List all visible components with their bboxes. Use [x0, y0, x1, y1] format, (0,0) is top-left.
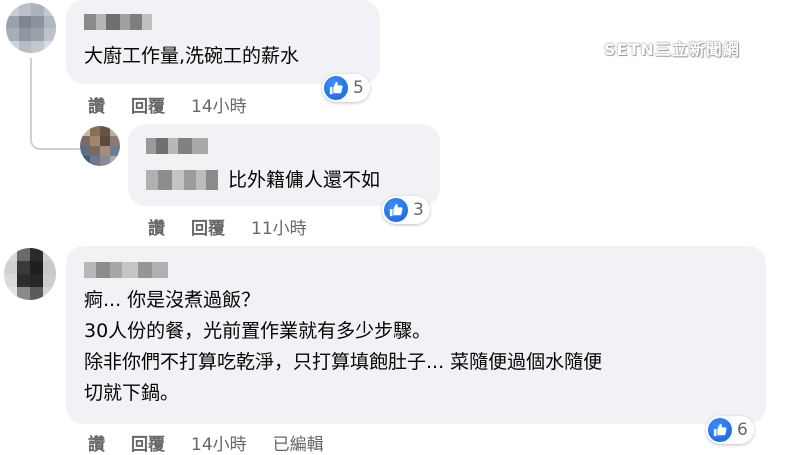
avatar[interactable] — [6, 3, 56, 53]
reply-link[interactable]: 回覆 — [191, 214, 225, 239]
reply-link[interactable]: 回覆 — [131, 430, 165, 455]
timestamp[interactable]: 11小時 — [251, 214, 307, 239]
comment-text: 痾... 你是沒煮過飯？ 30人份的餐，光前置作業就有多少步驟。 除非你們不打算… — [84, 289, 603, 404]
reply-link[interactable]: 回覆 — [131, 92, 165, 117]
like-link[interactable]: 讚 — [148, 214, 165, 239]
comment-actions: 讚 回覆 11小時 — [148, 214, 307, 239]
thumbs-up-icon — [324, 76, 348, 100]
author-name-blurred[interactable] — [146, 138, 208, 154]
like-link[interactable]: 讚 — [88, 430, 105, 455]
timestamp[interactable]: 14小時 — [191, 92, 247, 117]
comment-text: 比外籍傭人還不如 — [228, 169, 381, 191]
comment-text: 大廚工作量,洗碗工的薪水 — [84, 45, 300, 67]
comment-bubble: 大廚工作量,洗碗工的薪水 — [66, 0, 380, 84]
avatar[interactable] — [4, 248, 56, 300]
like-link[interactable]: 讚 — [88, 92, 105, 117]
comment-actions: 讚 回覆 14小時 — [88, 92, 247, 117]
author-name-blurred[interactable] — [84, 262, 168, 278]
avatar[interactable] — [80, 126, 120, 166]
mention-blurred[interactable] — [146, 170, 218, 190]
like-count: 3 — [413, 200, 424, 220]
comment-actions: 讚 回覆 14小時 已編輯 — [88, 430, 324, 455]
watermark-logo: SETN三立新聞網 — [604, 40, 740, 59]
thumbs-up-icon — [384, 198, 408, 222]
like-count: 6 — [737, 420, 748, 440]
thumbs-up-icon — [708, 418, 732, 442]
like-count-badge[interactable]: 3 — [382, 196, 430, 224]
comment-bubble: 比外籍傭人還不如 — [128, 124, 440, 206]
like-count-badge[interactable]: 5 — [322, 74, 370, 102]
comment-bubble: 痾... 你是沒煮過飯？ 30人份的餐，光前置作業就有多少步驟。 除非你們不打算… — [66, 246, 766, 424]
like-count: 5 — [353, 78, 364, 98]
like-count-badge[interactable]: 6 — [706, 416, 754, 444]
edited-label: 已編輯 — [272, 435, 324, 455]
author-name-blurred[interactable] — [84, 14, 152, 30]
timestamp[interactable]: 14小時 — [191, 430, 247, 455]
